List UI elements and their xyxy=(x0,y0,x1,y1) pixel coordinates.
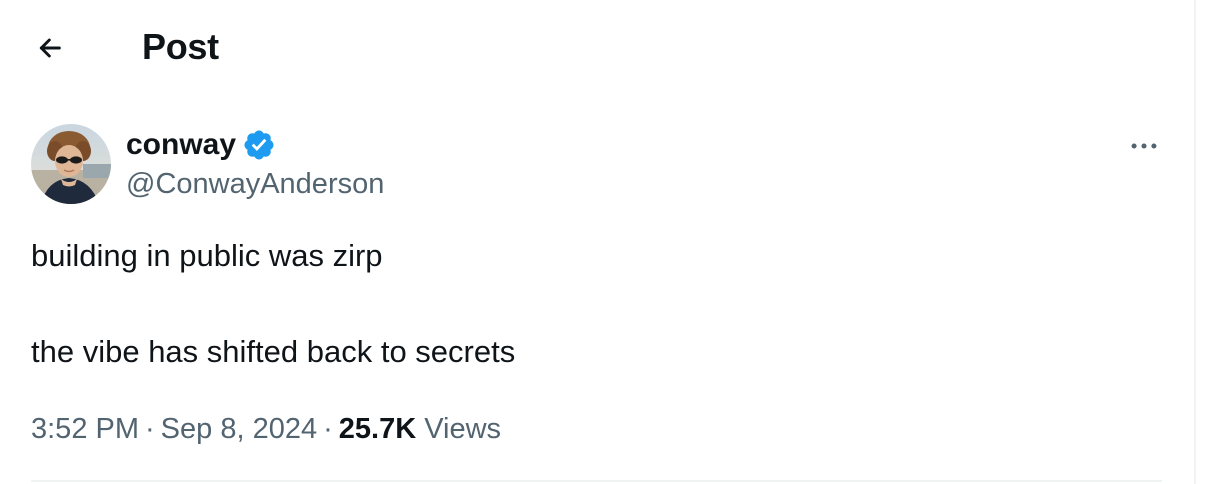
avatar-photo xyxy=(31,124,111,204)
tweet-time-link[interactable]: 3:52 PM · Sep 8, 2024 xyxy=(31,413,317,445)
tweet-text: building in public was zirp the vibe has… xyxy=(31,236,1151,372)
page-title: Post xyxy=(142,26,219,67)
avatar[interactable] xyxy=(31,124,111,204)
author-handle[interactable]: @ConwayAnderson xyxy=(126,166,384,202)
author-name-row: conway xyxy=(126,125,276,165)
tweet-metadata: 3:52 PM · Sep 8, 2024 · 25.7K Views xyxy=(31,410,501,448)
post-header: Post xyxy=(0,0,1194,96)
divider xyxy=(31,480,1162,482)
back-button[interactable] xyxy=(24,22,76,74)
views-label: Views xyxy=(424,413,502,445)
views-count: 25.7K xyxy=(338,413,417,445)
tweet-time: 3:52 PM xyxy=(31,413,139,445)
tweet-line: the vibe has shifted back to secrets xyxy=(31,334,516,369)
tweet-line-break xyxy=(31,276,1151,332)
column-border xyxy=(1194,0,1196,484)
tweet-line: building in public was zirp xyxy=(31,238,383,273)
more-horizontal-icon xyxy=(1127,129,1161,163)
meta-separator: · xyxy=(323,413,333,445)
meta-separator: · xyxy=(145,413,155,445)
views-link[interactable]: 25.7K Views xyxy=(339,413,501,445)
tweet-date: Sep 8, 2024 xyxy=(160,413,318,445)
arrow-left-icon xyxy=(34,32,66,64)
verified-badge-icon[interactable] xyxy=(242,128,276,162)
author-display-name[interactable]: conway xyxy=(126,126,236,164)
more-options-button[interactable] xyxy=(1122,124,1166,168)
